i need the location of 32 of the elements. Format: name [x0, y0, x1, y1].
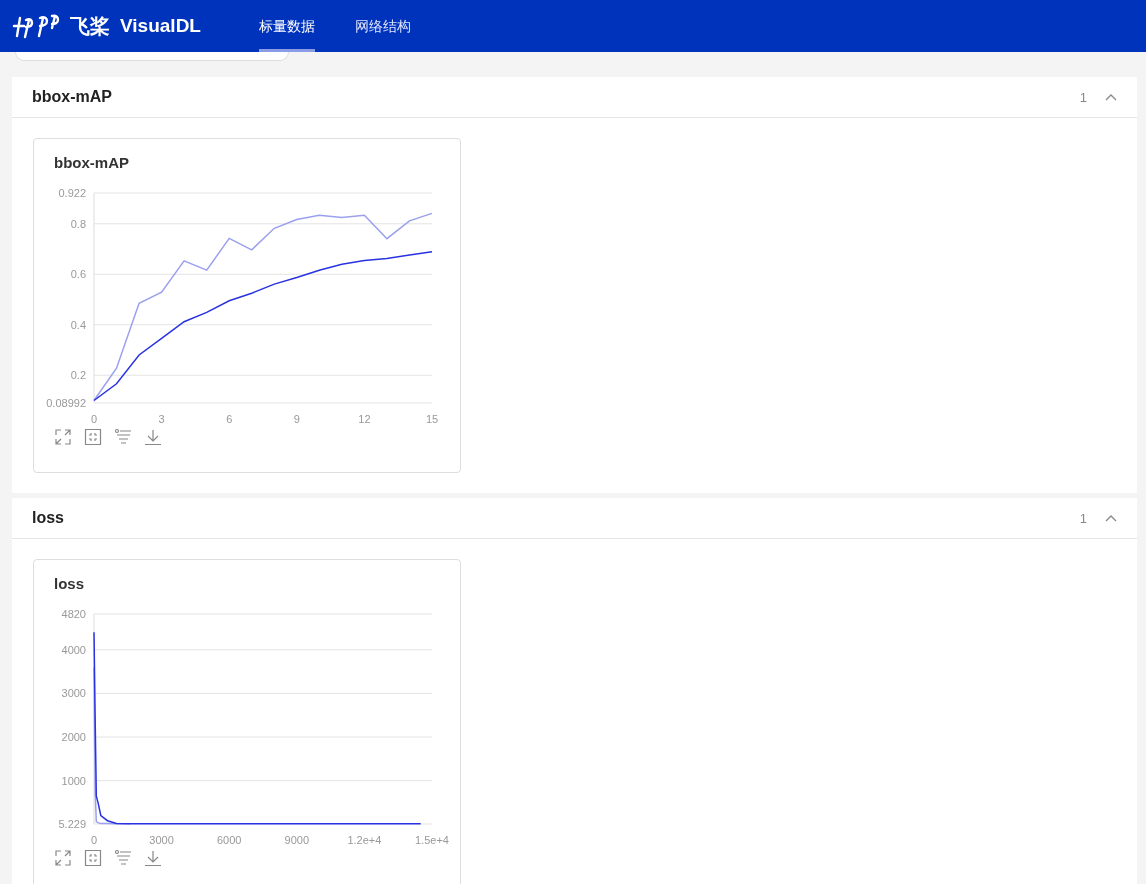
y-tick-label: 0.2 [70, 369, 86, 382]
y-tick-label: 0.6 [70, 268, 86, 281]
x-tick-label: 9 [293, 413, 300, 425]
y-tick-label: 0.922 [58, 187, 86, 199]
x-tick-label: 3 [158, 413, 165, 425]
x-tick-label: 6000 [216, 834, 242, 846]
y-tick-label: 0.08992 [46, 397, 86, 409]
y-tick-label: 0.8 [70, 217, 86, 230]
y-tick-label: 2000 [61, 731, 86, 743]
x-tick-label: 15 [425, 413, 439, 425]
y-tick-label: 5.229 [58, 818, 86, 830]
section-title: loss [32, 509, 65, 527]
x-tick-label: 3000 [149, 834, 174, 846]
x-tick-label: 1.5e+4 [415, 834, 449, 846]
chart-title: bbox-mAP [54, 154, 130, 171]
x-tick-label: 12 [358, 413, 371, 425]
x-tick-label: 0 [90, 413, 98, 425]
x-tick-label: 1.2e+4 [347, 834, 382, 846]
x-tick-label: 9000 [284, 834, 310, 846]
chart-title: loss [54, 575, 85, 592]
y-tick-label: 4000 [61, 643, 86, 656]
chart-count: 1 [1079, 89, 1087, 105]
y-tick-label: 0.4 [70, 318, 86, 331]
y-tick-label: 1000 [61, 774, 86, 787]
x-tick-label: 6 [226, 413, 233, 425]
logo-text: 飞桨 [70, 12, 110, 40]
chart-count: 1 [1079, 510, 1087, 526]
section-title: bbox-mAP [32, 88, 113, 106]
x-tick-label: 0 [90, 834, 98, 846]
y-tick-label: 3000 [61, 687, 86, 700]
y-tick-label: 4820 [61, 608, 86, 620]
app-name: VisualDL [120, 15, 201, 37]
